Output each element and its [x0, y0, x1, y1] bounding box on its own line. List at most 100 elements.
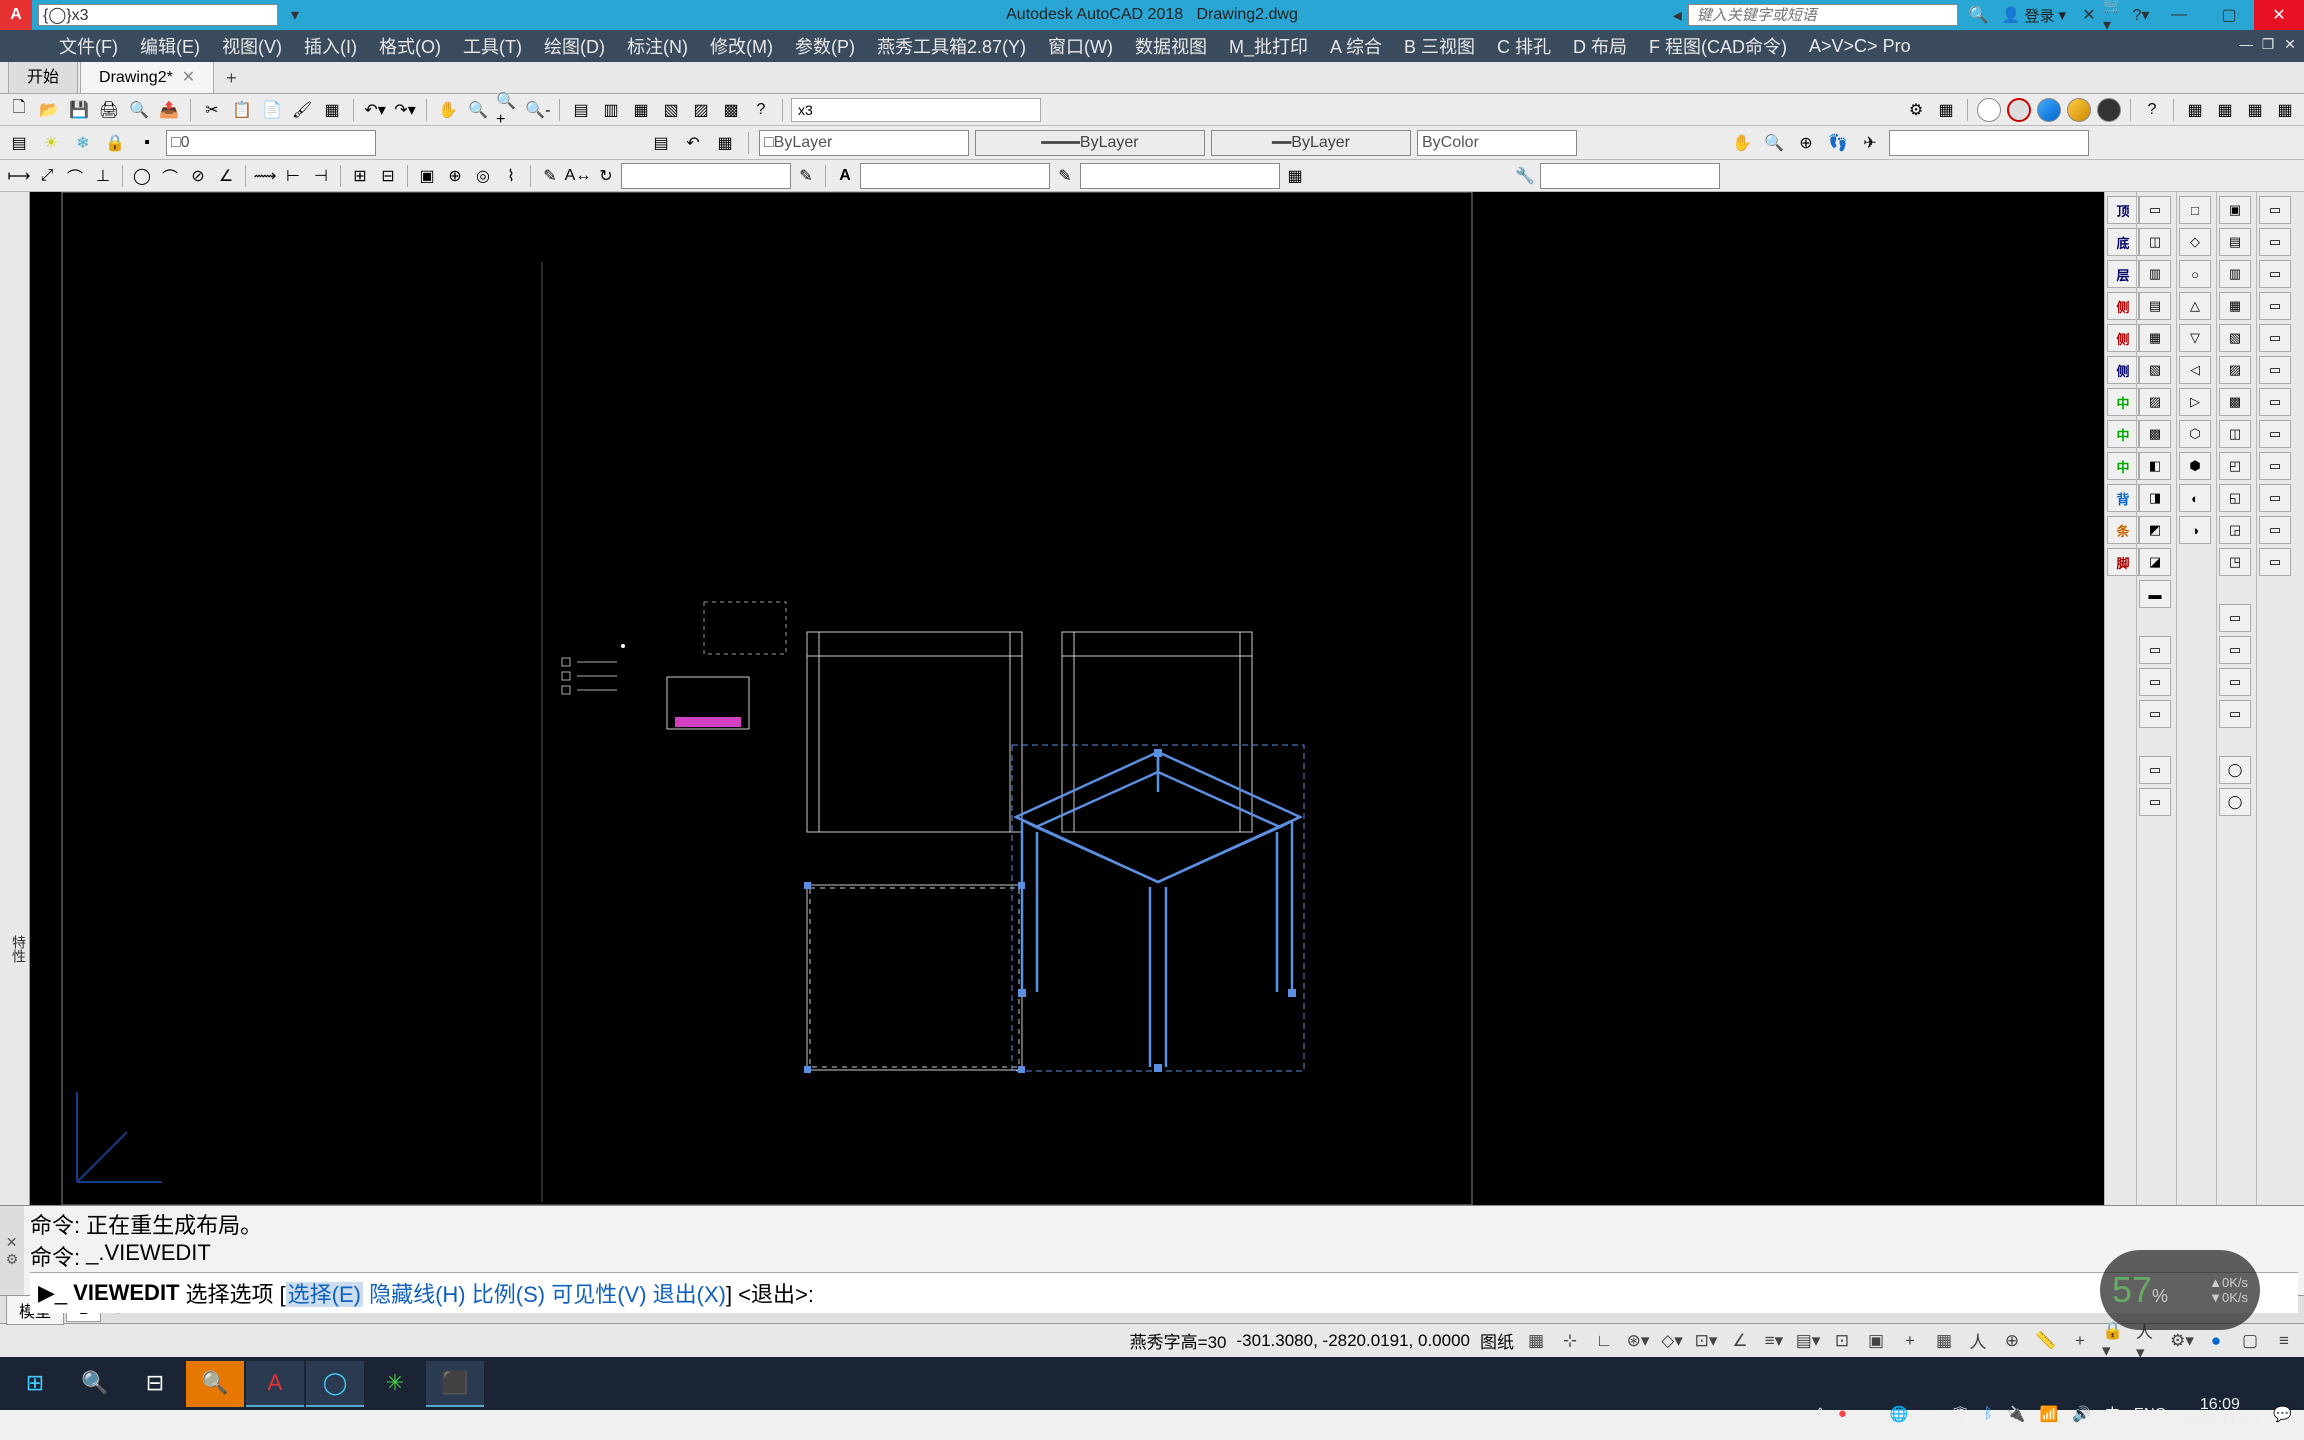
drawing-viewport[interactable] — [30, 192, 2104, 1205]
tc1-b4[interactable]: ▤ — [2139, 292, 2171, 320]
tc2-b9[interactable]: ⬢ — [2179, 452, 2211, 480]
menu-c[interactable]: C 排孔 — [1488, 33, 1560, 59]
extra-combo[interactable] — [1540, 163, 1720, 189]
dim-aligned-icon[interactable]: ⤢ — [34, 163, 60, 189]
close-button[interactable]: ✕ — [2254, 0, 2304, 30]
ortho-icon[interactable]: ∟ — [1592, 1329, 1616, 1353]
everything-button[interactable]: 🔍 — [186, 1361, 244, 1407]
snap-icon[interactable]: ⊹ — [1558, 1329, 1582, 1353]
tc1-b10[interactable]: ◨ — [2139, 484, 2171, 512]
am-icon[interactable]: ⊕ — [2000, 1329, 2024, 1353]
app-logo[interactable]: A — [0, 0, 32, 30]
vl-side3[interactable]: 侧 — [2107, 356, 2139, 384]
tray-rec-icon[interactable]: ● — [1838, 1405, 1847, 1422]
tc3-b2[interactable]: ▤ — [2219, 228, 2251, 256]
vs-conceptual-icon[interactable] — [2066, 97, 2092, 123]
menu-b[interactable]: B 三视图 — [1395, 33, 1484, 59]
nav-pan-icon[interactable]: ✋ — [1729, 130, 1755, 156]
menu-dim[interactable]: 标注(N) — [618, 33, 697, 59]
dim-ord-icon[interactable]: ⊥ — [90, 163, 116, 189]
dim-linear-icon[interactable]: ⟼ — [6, 163, 32, 189]
wechat-app[interactable]: ✳ — [366, 1361, 424, 1407]
grid-icon[interactable]: ▦ — [1524, 1329, 1548, 1353]
tray-av-icon[interactable]: 🛡 — [1951, 1405, 1970, 1423]
paste-icon[interactable]: 📄 — [259, 97, 285, 123]
undo-icon[interactable]: ↶▾ — [362, 97, 388, 123]
menu-edit[interactable]: 编辑(E) — [131, 33, 209, 59]
iso-icon[interactable]: ◇▾ — [1660, 1329, 1684, 1353]
layer-prev-icon[interactable]: ↶ — [680, 130, 706, 156]
notifications-icon[interactable]: 💬 — [2273, 1405, 2292, 1423]
tc2-b3[interactable]: ○ — [2179, 260, 2211, 288]
vl-layer[interactable]: 层 — [2107, 260, 2139, 288]
menu-avc[interactable]: A>V>C> Pro — [1800, 36, 1920, 57]
caret-icon[interactable]: ◂ — [1667, 5, 1688, 26]
tc1-b11[interactable]: ◩ — [2139, 516, 2171, 544]
tc1-b18[interactable]: ▭ — [2139, 788, 2171, 816]
vs-wireframe-icon[interactable] — [1976, 97, 2002, 123]
tc1-b8[interactable]: ▩ — [2139, 420, 2171, 448]
maximize-button[interactable]: ▢ — [2204, 0, 2254, 30]
dim-radius-icon[interactable]: ◯ — [129, 163, 155, 189]
tc3-b8[interactable]: ◫ — [2219, 420, 2251, 448]
tc1-b6[interactable]: ▧ — [2139, 356, 2171, 384]
opt-select[interactable]: 选择(E) — [286, 1282, 363, 1307]
tc2-b10[interactable]: ◐ — [2179, 484, 2211, 512]
ext-tb3-icon[interactable]: ▦ — [2242, 97, 2268, 123]
matchprop-icon[interactable]: 🖌 — [289, 97, 315, 123]
tray-wifi-icon[interactable]: 📶 — [2040, 1405, 2059, 1423]
dimupdate-icon[interactable]: ↻ — [593, 163, 619, 189]
tray-vol-icon[interactable]: 🔊 — [2072, 1405, 2091, 1423]
tab-close-icon[interactable]: ✕ — [182, 69, 195, 86]
mdi-minimize[interactable]: — — [2236, 36, 2256, 56]
taskview-button[interactable]: ⊟ — [126, 1361, 184, 1407]
tc4-b10[interactable]: ▭ — [2259, 484, 2291, 512]
menu-window[interactable]: 窗口(W) — [1039, 33, 1122, 59]
tc3-b9[interactable]: ◰ — [2219, 452, 2251, 480]
dim-base-icon[interactable]: ⊢ — [280, 163, 306, 189]
preview-icon[interactable]: 🔍 — [126, 97, 152, 123]
extra-tool-icon[interactable]: 🔧 — [1512, 163, 1538, 189]
layer-on-icon[interactable]: ☀ — [38, 130, 64, 156]
dim-diam-icon[interactable]: ⊘ — [185, 163, 211, 189]
menu-d[interactable]: D 布局 — [1564, 33, 1636, 59]
transparency-icon[interactable]: ▤▾ — [1796, 1329, 1820, 1353]
tc3-b4[interactable]: ▦ — [2219, 292, 2251, 320]
tc1-b12[interactable]: ◪ — [2139, 548, 2171, 576]
3dosnap-icon[interactable]: ▣ — [1864, 1329, 1888, 1353]
dim-space-icon[interactable]: ⊞ — [347, 163, 373, 189]
tray-onedrive-icon[interactable]: ☁ — [1861, 1405, 1876, 1423]
tc3-b5[interactable]: ▧ — [2219, 324, 2251, 352]
tc1-b3[interactable]: ▥ — [2139, 260, 2171, 288]
tc3-b17[interactable]: ◯ — [2219, 756, 2251, 784]
lwt-icon[interactable]: ≡▾ — [1762, 1329, 1786, 1353]
qat-dropdown-icon[interactable]: ▾ — [282, 2, 308, 28]
view-combo[interactable] — [1889, 130, 2089, 156]
login-button[interactable]: 👤 登录 ▾ — [1992, 5, 2076, 26]
textstyle-combo[interactable] — [860, 163, 1050, 189]
gear-icon[interactable]: ⚙ — [1903, 97, 1929, 123]
ime-lang1[interactable]: 中 — [2105, 1403, 2120, 1424]
tc4-b5[interactable]: ▭ — [2259, 324, 2291, 352]
search-button[interactable]: 🔍 — [66, 1361, 124, 1407]
zoomprev-icon[interactable]: 🔍- — [525, 97, 551, 123]
dimedit-icon[interactable]: ✎ — [537, 163, 563, 189]
dc-icon[interactable]: ▥ — [598, 97, 624, 123]
center-icon[interactable]: ⊕ — [442, 163, 468, 189]
redo-icon[interactable]: ↷▾ — [392, 97, 418, 123]
opt-scale[interactable]: 比例(S) — [472, 1282, 545, 1307]
qp-icon[interactable]: ▦ — [1932, 1329, 1956, 1353]
jogline-icon[interactable]: ⌇ — [498, 163, 524, 189]
tc2-b11[interactable]: ◑ — [2179, 516, 2211, 544]
menu-insert[interactable]: 插入(I) — [295, 33, 366, 59]
tc4-b4[interactable]: ▭ — [2259, 292, 2291, 320]
vl-strip[interactable]: 条 — [2107, 516, 2139, 544]
ext-tb4-icon[interactable]: ▦ — [2272, 97, 2298, 123]
menu-modify[interactable]: 修改(M) — [701, 33, 782, 59]
tc1-b14[interactable]: ▭ — [2139, 636, 2171, 664]
nav-zoom-icon[interactable]: 🔍 — [1761, 130, 1787, 156]
tc1-b1[interactable]: ▭ — [2139, 196, 2171, 224]
command-prompt[interactable]: ▶_ VIEWEDIT 选择选项 [选择(E) 隐藏线(H) 比例(S) 可见性… — [30, 1272, 2298, 1313]
layer-state-icon[interactable]: ▤ — [648, 130, 674, 156]
menu-tools[interactable]: 工具(T) — [454, 33, 531, 59]
